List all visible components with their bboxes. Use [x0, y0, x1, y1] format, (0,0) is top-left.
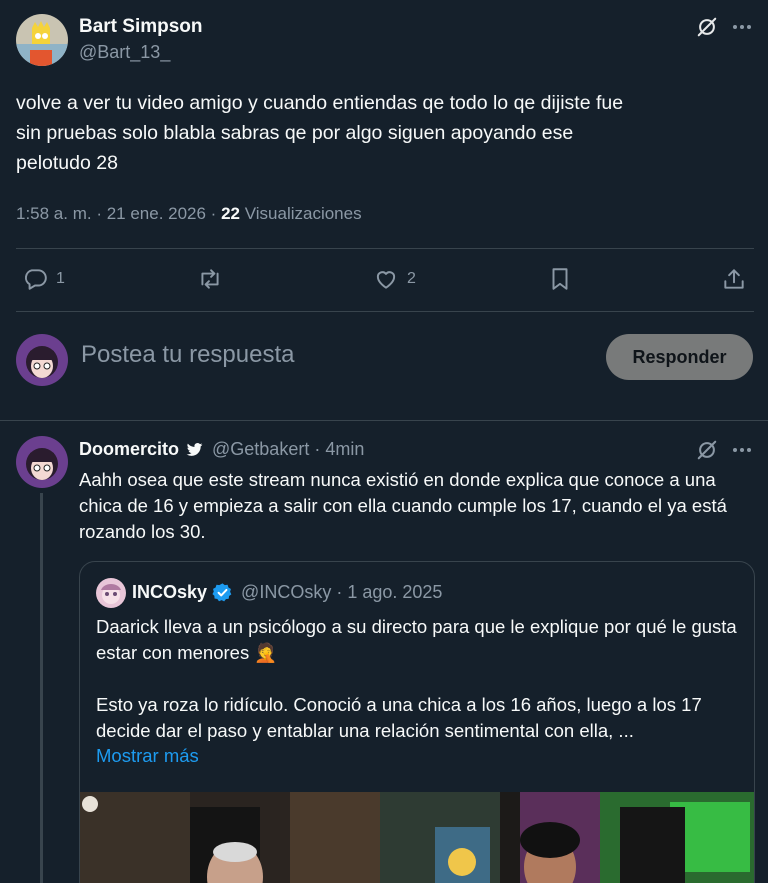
- share-icon: [721, 266, 747, 292]
- author-name[interactable]: Bart Simpson: [79, 16, 203, 38]
- grok-icon[interactable]: [696, 439, 718, 461]
- quote-text: Daarick lleva a un psicólogo a su direct…: [96, 616, 737, 741]
- quote-author-name[interactable]: INCOsky: [132, 582, 207, 603]
- verified-badge-icon: [212, 582, 233, 603]
- quoted-tweet-card[interactable]: INCOsky @INCOsky · 1 ago. 2025 Daarick l…: [79, 561, 755, 883]
- more-icon[interactable]: [730, 439, 754, 461]
- reply-input[interactable]: Postea tu respuesta: [81, 341, 294, 369]
- quote-media-image[interactable]: [80, 792, 754, 883]
- tweet-text: volve a ver tu video amigo y cuando enti…: [16, 92, 624, 174]
- divider: [16, 311, 754, 312]
- user-avatar[interactable]: [16, 334, 68, 386]
- reply-count: 1: [56, 270, 65, 287]
- divider: [0, 420, 768, 421]
- reply-author-name[interactable]: Doomercito: [79, 439, 179, 460]
- reply-submit-button[interactable]: Responder: [606, 334, 753, 380]
- thread-line: [40, 493, 43, 883]
- quote-author-handle[interactable]: @INCOsky · 1 ago. 2025: [241, 582, 442, 603]
- tweet-meta: 1:58 a. m. · 21 ene. 2026 · 22 Visualiza…: [16, 204, 362, 224]
- divider: [16, 248, 754, 249]
- reply-icon: [22, 266, 48, 292]
- like-button[interactable]: 2: [373, 266, 416, 292]
- reply-author-avatar[interactable]: [16, 436, 68, 488]
- retweet-button[interactable]: [197, 266, 223, 292]
- reply-header: Doomercito @Getbakert · 4min: [79, 439, 364, 460]
- share-button[interactable]: [721, 266, 747, 292]
- quote-author-avatar[interactable]: [96, 578, 126, 608]
- quote-header: INCOsky @INCOsky · 1 ago. 2025: [132, 582, 442, 603]
- bird-badge-icon: [185, 440, 204, 459]
- author-avatar[interactable]: [16, 14, 68, 66]
- reply-author-handle[interactable]: @Getbakert · 4min: [212, 439, 364, 460]
- bookmark-button[interactable]: [547, 266, 573, 292]
- like-icon: [373, 266, 399, 292]
- grok-icon[interactable]: [696, 16, 718, 38]
- retweet-icon: [197, 266, 223, 292]
- more-icon[interactable]: [730, 16, 754, 38]
- like-count: 2: [407, 270, 416, 287]
- views-count: 22: [221, 204, 240, 223]
- tweet-timestamp[interactable]: 1:58 a. m. · 21 ene. 2026 ·: [16, 204, 221, 223]
- views-label: Visualizaciones: [240, 204, 362, 223]
- reply-text: Aahh osea que este stream nunca existió …: [79, 469, 727, 542]
- bookmark-icon: [547, 266, 573, 292]
- reply-button[interactable]: 1: [22, 266, 65, 292]
- show-more-link[interactable]: Mostrar más: [96, 745, 199, 767]
- author-handle[interactable]: @Bart_13_: [79, 42, 170, 63]
